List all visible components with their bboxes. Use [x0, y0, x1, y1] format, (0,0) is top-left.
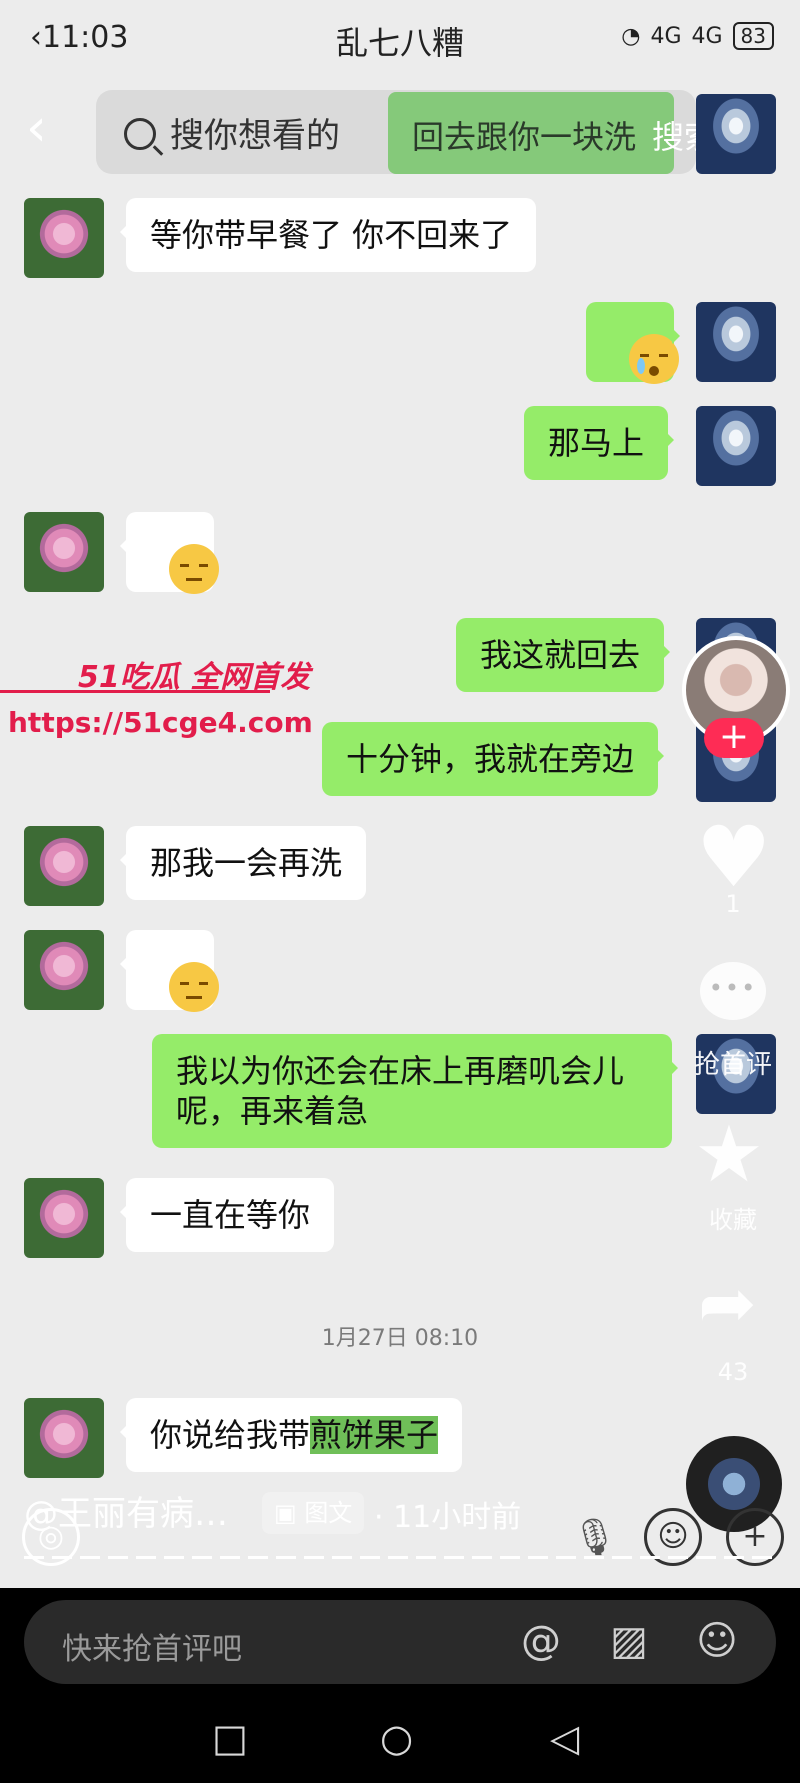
- image-text-icon: ▣: [274, 1499, 305, 1527]
- message-timestamp: 1月27日 08:10: [321, 1326, 479, 1351]
- post-time: · 11小时前: [374, 1492, 521, 1536]
- message-bubble-outgoing: 那马上: [524, 406, 675, 480]
- contact-avatar[interactable]: [24, 826, 104, 906]
- separator-dot: ·: [374, 1500, 384, 1535]
- contact-avatar[interactable]: [24, 1398, 104, 1478]
- comment-icon[interactable]: [700, 962, 766, 1020]
- image-icon[interactable]: ▨: [606, 1618, 652, 1664]
- signal-label-2: 4G: [691, 23, 723, 49]
- contact-avatar[interactable]: [24, 1178, 104, 1258]
- relieved-face-icon: [169, 544, 219, 594]
- search-placeholder: 搜你想看的: [170, 116, 340, 156]
- share-icon[interactable]: ➦: [698, 1262, 757, 1344]
- contact-avatar[interactable]: [24, 930, 104, 1010]
- user-avatar[interactable]: [696, 302, 776, 382]
- relieved-face-icon: [169, 962, 219, 1012]
- status-icons: ◔ 4G 4G 83: [621, 22, 774, 50]
- message-bubble-incoming: 一直在等你: [119, 1178, 335, 1252]
- contact-avatar[interactable]: [24, 512, 104, 592]
- message-text: 我以为你还会在床上再磨叽会儿呢，再来着急: [176, 1052, 625, 1130]
- share-count: 43: [717, 1358, 749, 1386]
- post-type-label: 图文: [304, 1499, 353, 1527]
- mic-icon[interactable]: 🎙: [572, 1516, 618, 1558]
- status-bar: ‹11:03 乱七八糟 ◔ 4G 4G 83: [0, 0, 800, 80]
- message-bubble-outgoing: 我以为你还会在床上再磨叽会儿呢，再来着急: [152, 1034, 678, 1148]
- recent-apps-button[interactable]: □: [212, 1716, 248, 1760]
- message-text: 那我一会再洗: [150, 844, 343, 882]
- wifi-icon: ◔: [621, 23, 641, 49]
- comment-label[interactable]: 抢首评: [688, 1044, 778, 1081]
- post-time-ago: 11小时前: [393, 1500, 522, 1535]
- user-avatar[interactable]: [696, 406, 776, 486]
- message-text-highlight: 煎饼果子: [310, 1416, 439, 1454]
- message-bubble-outgoing: [586, 302, 680, 384]
- message-bubble-incoming: 那我一会再洗: [119, 826, 367, 900]
- message-text: 一直在等你: [150, 1196, 311, 1234]
- star-icon[interactable]: ★: [694, 1110, 764, 1200]
- emoji-icon[interactable]: ☺: [694, 1618, 740, 1664]
- search-suggestion-text[interactable]: 回去跟你一块洗: [412, 112, 636, 158]
- post-type-tag: ▣ 图文: [262, 1492, 365, 1534]
- message-bubble-outgoing: 我这就回去: [456, 618, 671, 692]
- message-bubble-incoming: 等你带早餐了 你不回来了: [119, 198, 537, 272]
- crying-face-icon: [629, 334, 679, 384]
- battery-icon: 83: [732, 22, 774, 50]
- like-count: 1: [725, 890, 741, 918]
- message-bubble-incoming: [120, 930, 219, 1012]
- back-button[interactable]: ‹: [26, 100, 66, 160]
- message-text: 那马上: [548, 424, 645, 462]
- avatar[interactable]: [696, 94, 776, 174]
- contact-avatar[interactable]: [24, 198, 104, 278]
- search-icon: [124, 118, 156, 150]
- watermark-divider: [0, 690, 270, 693]
- message-text: 我这就回去: [480, 636, 641, 674]
- signal-label: 4G: [650, 23, 682, 49]
- image-progress-indicator: [24, 1556, 776, 1559]
- comment-placeholder: 快来抢首评吧: [62, 1632, 242, 1667]
- message-text: 你说给我带: [150, 1416, 311, 1454]
- follow-button[interactable]: +: [704, 718, 764, 758]
- home-button[interactable]: ○: [380, 1716, 413, 1760]
- message-text: 等你带早餐了 你不回来了: [150, 216, 513, 254]
- watermark-url: https://51cge4.com: [8, 706, 313, 739]
- message-bubble-incoming: 你说给我带煎饼果子: [119, 1398, 463, 1472]
- favorite-label: 收藏: [709, 1206, 757, 1234]
- message-bubble-incoming: [120, 512, 219, 594]
- at-icon[interactable]: @: [518, 1618, 564, 1664]
- back-nav-button[interactable]: ◁: [550, 1716, 579, 1760]
- message-bubble-outgoing: 十分钟，我就在旁边: [322, 722, 665, 796]
- message-text: 十分钟，我就在旁边: [346, 740, 635, 778]
